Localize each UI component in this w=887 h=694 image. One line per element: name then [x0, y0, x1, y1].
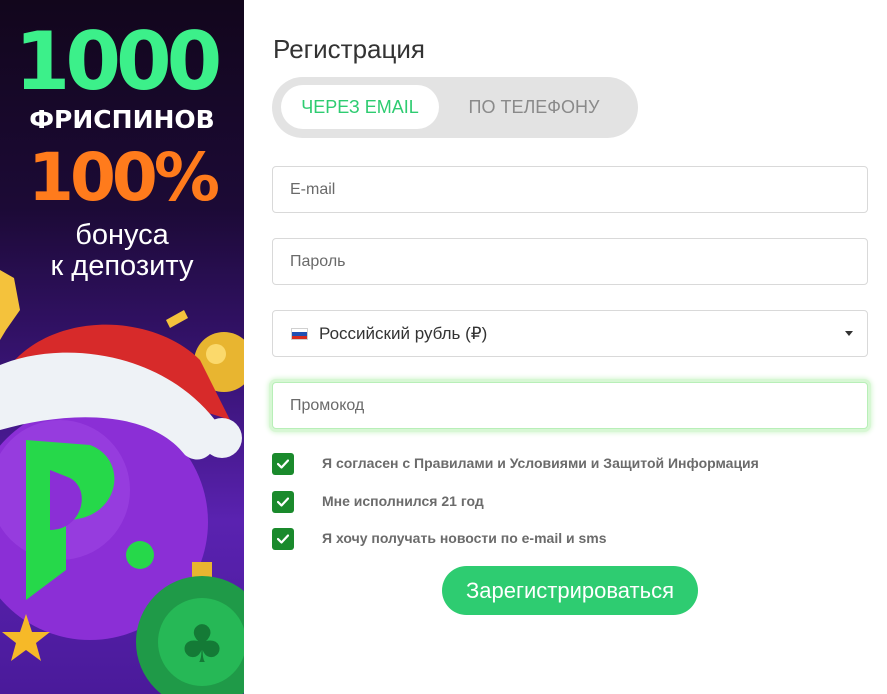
currency-value: Российский рубль (₽) — [319, 324, 488, 343]
bonus-percent: 100% — [28, 139, 220, 216]
svg-text:♣: ♣ — [179, 615, 226, 675]
christmas-mascot-illustration: ♣ — [0, 270, 244, 694]
confetti-icon — [166, 310, 188, 328]
promo-banner: 1000 ФРИСПИНОВ 100% бонуса к депозиту ♣ — [0, 0, 244, 694]
checkmark-icon — [277, 534, 289, 544]
currency-select[interactable]: Российский рубль (₽) — [272, 310, 868, 357]
terms-checkbox[interactable] — [272, 453, 294, 475]
registration-method-tabs: ЧЕРЕЗ EMAIL ПО ТЕЛЕФОНУ — [272, 77, 638, 138]
register-button[interactable]: Зарегистрироваться — [442, 566, 698, 615]
tab-via-phone[interactable]: ПО ТЕЛЕФОНУ — [448, 85, 620, 129]
newsletter-checkbox[interactable] — [272, 528, 294, 550]
page-title: Регистрация — [273, 34, 425, 64]
age-label: Мне исполнился 21 год — [322, 493, 484, 509]
freespins-label: ФРИСПИНОВ — [29, 105, 215, 134]
promo-code-field — [272, 382, 868, 429]
tab-via-email[interactable]: ЧЕРЕЗ EMAIL — [281, 85, 439, 129]
newsletter-label: Я хочу получать новости по e-mail и sms — [322, 530, 607, 546]
checkmark-icon — [277, 497, 289, 507]
email-input[interactable] — [273, 167, 867, 212]
promo-code-input[interactable] — [273, 383, 867, 428]
email-field — [272, 166, 868, 213]
confetti-icon — [0, 270, 20, 340]
chevron-down-icon — [845, 331, 853, 336]
password-input[interactable] — [273, 239, 867, 284]
registration-page: 1000 ФРИСПИНОВ 100% бонуса к депозиту ♣ … — [0, 0, 887, 694]
terms-label: Я согласен с Правилами и Условиями и Защ… — [322, 455, 759, 471]
password-field — [272, 238, 868, 285]
freespins-count: 1000 — [14, 15, 223, 108]
bonus-line-1: бонуса — [75, 219, 169, 251]
russia-flag-icon — [291, 328, 308, 340]
age-checkbox[interactable] — [272, 491, 294, 513]
checkmark-icon — [277, 459, 289, 469]
